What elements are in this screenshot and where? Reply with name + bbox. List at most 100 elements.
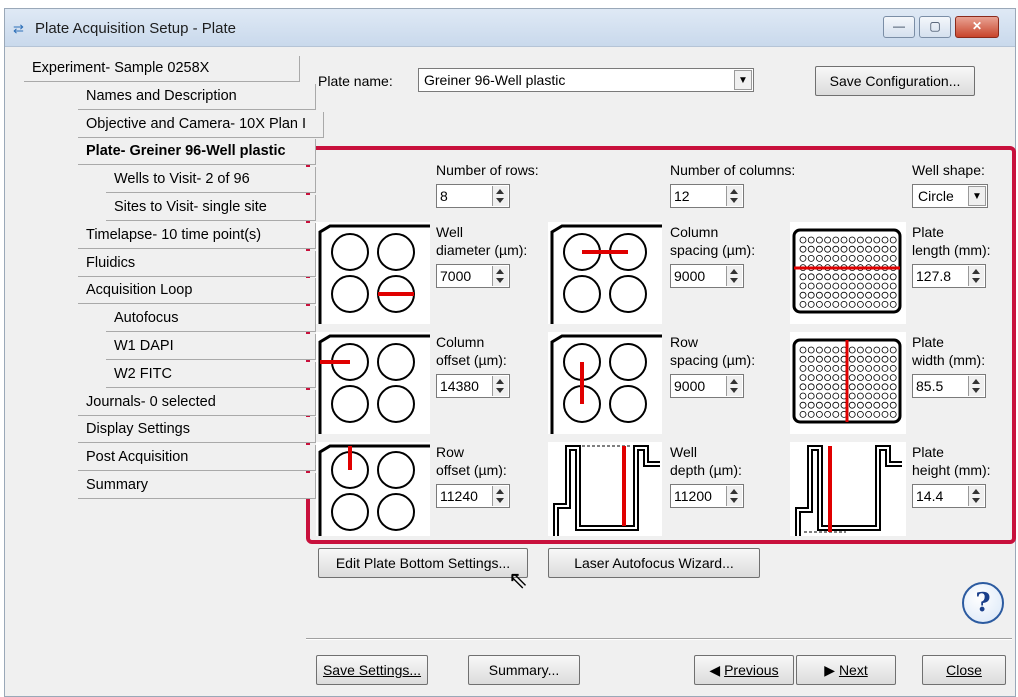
column-spacing-label-2: spacing (µm): [670,242,756,258]
plate-width-label-2: width (mm): [912,352,986,368]
well-diameter-value: 7000 [440,268,472,284]
plate-length-stepper[interactable]: 127.8 [912,264,986,288]
nav-item-7[interactable]: Fluidics [78,250,316,277]
plate-height-label-2: height (mm): [912,462,991,478]
row-spacing-label-1: Row [670,334,699,350]
row-spacing-value: 9000 [674,378,706,394]
nav-item-2[interactable]: Objective and Camera- 10X Plan I [78,111,324,138]
maximize-button[interactable]: ▢ [919,16,951,38]
nav-item-10[interactable]: W1 DAPI [106,334,316,360]
columns-value: 12 [674,188,690,204]
spin-arrows-icon[interactable] [726,186,742,206]
spin-arrows-icon[interactable] [492,486,508,506]
column-spacing-diagram [548,222,662,324]
well-shape-label: Well shape: [912,162,985,178]
plate-width-stepper[interactable]: 85.5 [912,374,986,398]
close-button[interactable]: Close [922,655,1006,685]
plate-name-value: Greiner 96-Well plastic [424,72,566,88]
summary-button[interactable]: Summary... [468,655,580,685]
arrow-left-icon: ◀ [709,662,721,678]
column-offset-stepper[interactable]: 14380 [436,374,510,398]
nav-item-1[interactable]: Names and Description [78,83,316,110]
well-shape-value: Circle [918,188,954,204]
row-spacing-label-2: spacing (µm): [670,352,756,368]
chevron-down-icon[interactable]: ▼ [968,186,986,206]
plate-width-value: 85.5 [916,378,944,394]
plate-width-diagram [790,332,906,434]
spin-arrows-icon[interactable] [726,376,742,396]
save-settings-button[interactable]: Save Settings... [316,655,428,685]
row-offset-diagram [316,442,430,536]
previous-label: Previous [724,662,779,678]
save-settings-label: Save Settings... [322,662,422,678]
nav-item-0[interactable]: Experiment- Sample 0258X [24,56,300,82]
next-button[interactable]: ▶ Next [796,655,896,685]
nav-item-6[interactable]: Timelapse- 10 time point(s) [78,222,316,249]
row-offset-label-1: Row [436,444,465,460]
rows-stepper[interactable]: 8 [436,184,510,208]
save-configuration-button[interactable]: Save Configuration... [815,66,975,96]
well-shape-select[interactable]: Circle ▼ [912,184,988,208]
nav-item-13[interactable]: Display Settings [78,417,316,444]
spin-arrows-icon[interactable] [492,376,508,396]
spin-arrows-icon[interactable] [492,266,508,286]
plate-height-diagram [790,442,906,536]
edit-plate-bottom-button[interactable]: Edit Plate Bottom Settings... [318,548,528,578]
spin-arrows-icon[interactable] [968,486,984,506]
plate-length-label-1: Plate [912,224,944,240]
column-offset-diagram [316,332,430,434]
nav-item-15[interactable]: Summary [78,473,316,499]
row-offset-label-2: offset (µm): [436,462,507,478]
nav-item-14[interactable]: Post Acquisition [78,445,316,472]
well-depth-value: 11200 [674,488,712,504]
spin-arrows-icon[interactable] [968,266,984,286]
plate-height-value: 14.4 [916,488,944,504]
plate-length-value: 127.8 [916,268,952,284]
spin-arrows-icon[interactable] [968,376,984,396]
next-label: Next [838,662,868,678]
mouse-cursor-icon: ⇖ [508,567,529,594]
spin-arrows-icon[interactable] [726,266,742,286]
well-diameter-label-1: Well [436,224,463,240]
well-depth-stepper[interactable]: 11200 [670,484,744,508]
plate-length-label-2: length (mm): [912,242,991,258]
row-spacing-diagram [548,332,662,434]
well-diameter-stepper[interactable]: 7000 [436,264,510,288]
help-icon[interactable]: ? [962,582,1004,624]
minimize-button[interactable]: — [883,16,915,38]
plate-height-stepper[interactable]: 14.4 [912,484,986,508]
nav-item-5[interactable]: Sites to Visit- single site [106,195,316,221]
title-bar: ⇄ Plate Acquisition Setup - Plate — ▢ ✕ [5,9,1015,47]
nav-item-12[interactable]: Journals- 0 selected [78,389,316,416]
plate-name-select[interactable]: Greiner 96-Well plastic ▼ [418,68,754,92]
row-spacing-stepper[interactable]: 9000 [670,374,744,398]
previous-button[interactable]: ◀ Previous [694,655,794,685]
spin-arrows-icon[interactable] [492,186,508,206]
rows-label: Number of rows: [436,162,539,178]
close-label: Close [946,662,982,678]
nav-item-9[interactable]: Autofocus [106,306,316,333]
plate-height-label-1: Plate [912,444,944,460]
column-offset-label-1: Column [436,334,485,350]
columns-stepper[interactable]: 12 [670,184,744,208]
plate-width-label-1: Plate [912,334,944,350]
well-depth-label-1: Well [670,444,697,460]
column-spacing-label-1: Column [670,224,719,240]
app-icon: ⇄ [13,21,24,36]
laser-autofocus-wizard-button[interactable]: Laser Autofocus Wizard... [548,548,760,578]
column-offset-label-2: offset (µm): [436,352,507,368]
row-offset-stepper[interactable]: 11240 [436,484,510,508]
arrow-right-icon: ▶ [824,662,836,678]
nav-item-3[interactable]: Plate- Greiner 96-Well plastic [78,139,316,166]
nav-item-4[interactable]: Wells to Visit- 2 of 96 [106,167,316,194]
chevron-down-icon[interactable]: ▼ [734,70,752,90]
column-spacing-stepper[interactable]: 9000 [670,264,744,288]
nav-item-8[interactable]: Acquisition Loop [78,278,316,305]
plate-length-diagram [790,222,906,324]
spin-arrows-icon[interactable] [726,486,742,506]
well-depth-diagram [548,442,662,536]
window-title: Plate Acquisition Setup - Plate [35,20,236,37]
close-window-button[interactable]: ✕ [955,16,999,38]
footer-separator [306,638,1012,640]
nav-item-11[interactable]: W2 FITC [106,361,316,388]
